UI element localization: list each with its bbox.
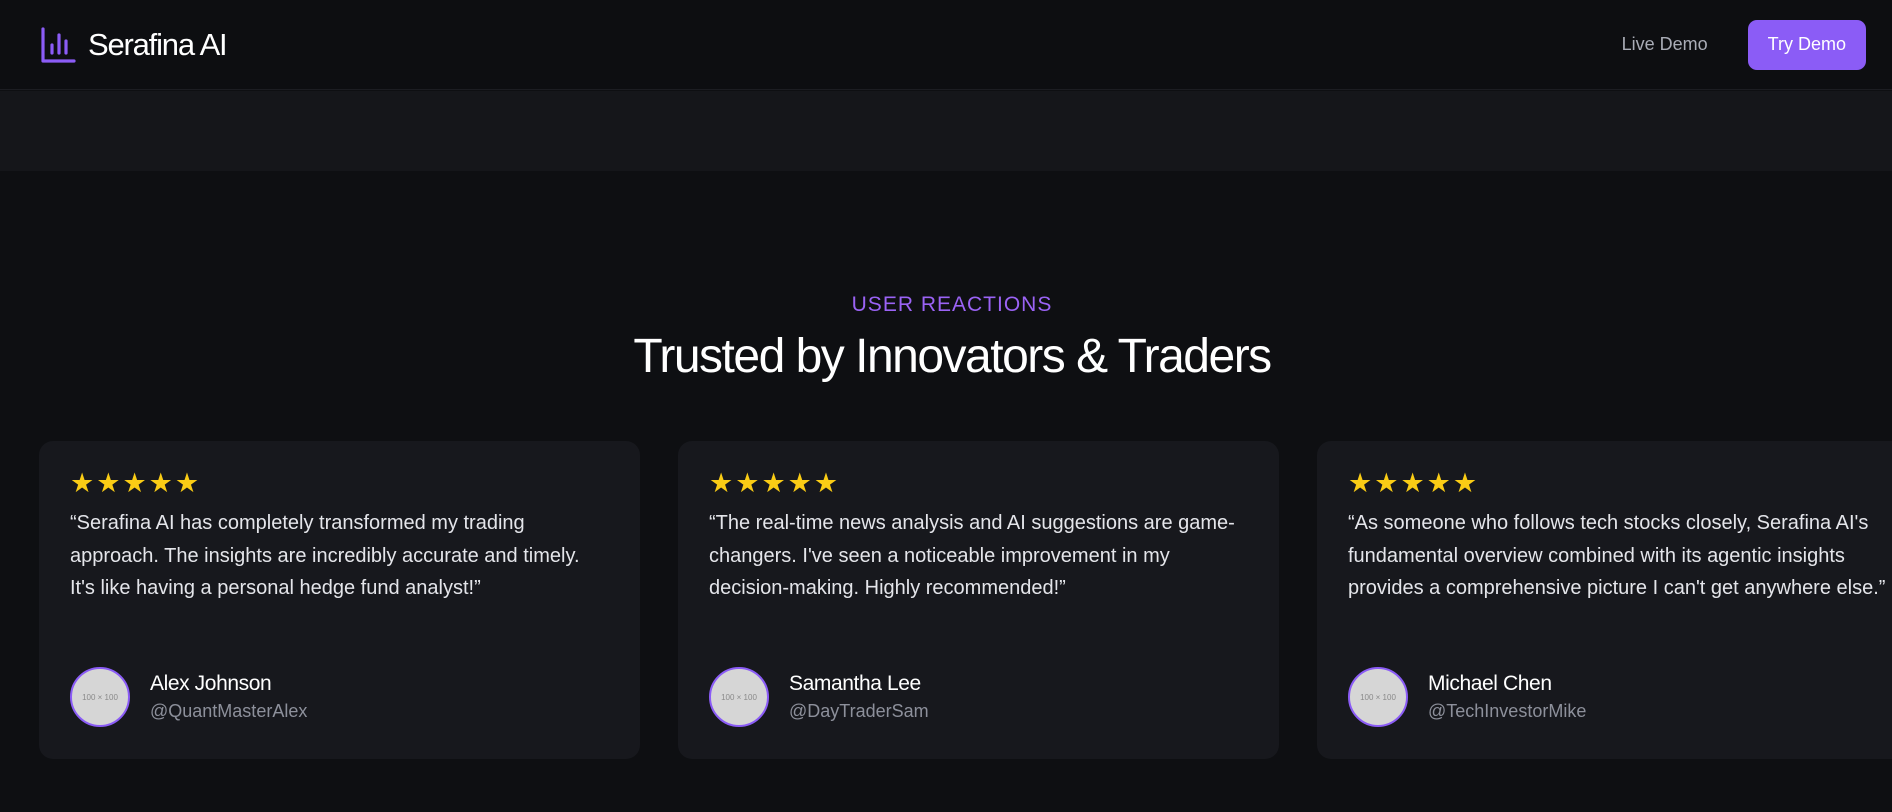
author-name: Michael Chen (1428, 672, 1552, 695)
star-rating: ★ ★ ★ ★ ★ (709, 468, 1249, 498)
star-icon: ★ (1348, 468, 1373, 498)
testimonial-author: 100 × 100 Michael Chen @TechInvestorMike (1348, 667, 1586, 727)
testimonial-card: ★ ★ ★ ★ ★ “Serafina AI has completely tr… (39, 441, 640, 759)
section-eyebrow: USER REACTIONS (851, 293, 1053, 316)
brand-name: Serafina AI (88, 26, 228, 62)
star-icon: ★ (1374, 468, 1399, 498)
star-icon: ★ (761, 468, 786, 498)
star-icon: ★ (148, 468, 173, 498)
avatar: 100 × 100 (709, 667, 769, 727)
author-handle: @DayTraderSam (789, 701, 929, 721)
star-icon: ★ (1452, 468, 1478, 498)
nav-actions: Live Demo Try Demo (1622, 19, 1866, 70)
testimonial-quote: “Serafina AI has completely transformed … (70, 512, 580, 599)
star-rating: ★ ★ ★ ★ ★ (70, 468, 610, 498)
star-icon: ★ (174, 468, 200, 498)
section-title: Trusted by Innovators & Traders (633, 330, 1272, 383)
try-demo-button[interactable]: Try Demo (1747, 19, 1866, 70)
star-icon: ★ (1426, 468, 1451, 498)
star-icon: ★ (709, 468, 734, 498)
bar-chart-icon (40, 26, 76, 64)
author-handle: @QuantMasterAlex (150, 701, 308, 721)
star-icon: ★ (122, 468, 147, 498)
top-navbar: Serafina AI Live Demo Try Demo (0, 0, 1892, 90)
star-rating: ★ ★ ★ ★ ★ (1348, 468, 1888, 498)
author-name: Alex Johnson (150, 672, 272, 695)
testimonials-section: USER REACTIONS Trusted by Innovators & T… (0, 171, 1892, 812)
avatar: 100 × 100 (1348, 667, 1408, 727)
testimonial-quote: “As someone who follows tech stocks clos… (1348, 512, 1886, 599)
brand-logo-link[interactable]: Serafina AI (40, 26, 228, 64)
hero-bottom-band (0, 91, 1892, 171)
testimonial-card: ★ ★ ★ ★ ★ “As someone who follows tech s… (1317, 441, 1892, 759)
star-icon: ★ (813, 468, 839, 498)
star-icon: ★ (70, 468, 95, 498)
star-icon: ★ (735, 468, 760, 498)
author-handle: @TechInvestorMike (1428, 701, 1587, 721)
testimonial-quote: “The real-time news analysis and AI sugg… (709, 512, 1235, 599)
avatar: 100 × 100 (70, 667, 130, 727)
testimonial-card: ★ ★ ★ ★ ★ “The real-time news analysis a… (678, 441, 1279, 759)
testimonial-author: 100 × 100 Alex Johnson @QuantMasterAlex (70, 667, 307, 727)
live-demo-link[interactable]: Live Demo (1622, 34, 1708, 55)
star-icon: ★ (1400, 468, 1425, 498)
testimonial-author: 100 × 100 Samantha Lee @DayTraderSam (709, 667, 929, 727)
testimonial-cards: ★ ★ ★ ★ ★ “Serafina AI has completely tr… (39, 441, 1892, 759)
star-icon: ★ (96, 468, 121, 498)
star-icon: ★ (787, 468, 812, 498)
author-name: Samantha Lee (789, 672, 921, 695)
